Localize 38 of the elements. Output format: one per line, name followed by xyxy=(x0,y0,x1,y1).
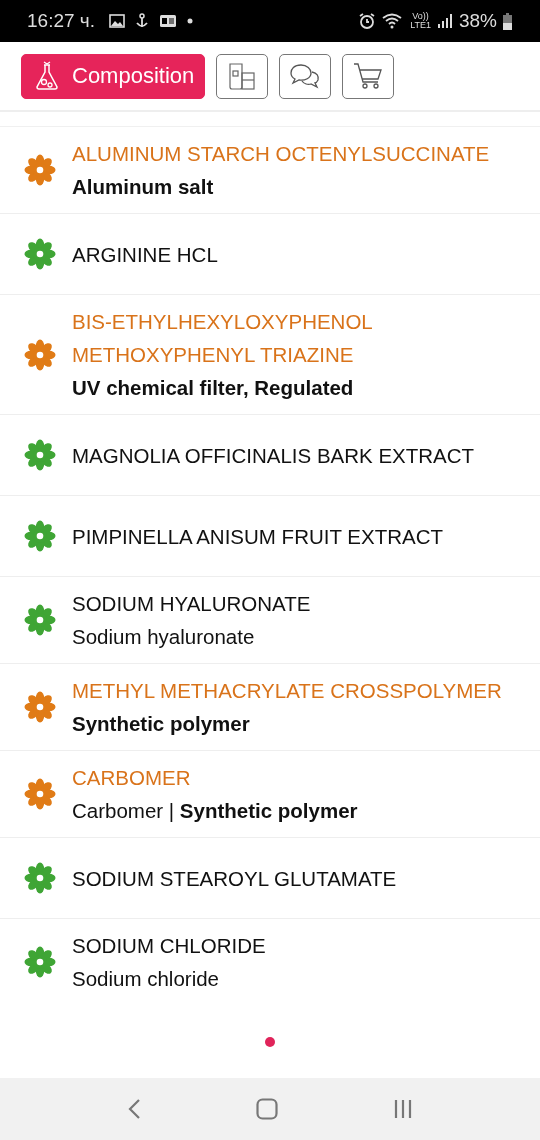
image-icon xyxy=(109,14,125,28)
ingredient-description: Sodium hyaluronate xyxy=(72,624,256,650)
chat-icon xyxy=(289,62,322,90)
ingredient-name: ARGININE HCL xyxy=(72,241,219,268)
ingredient-description: Sodium chloride xyxy=(72,966,220,992)
cart-tab[interactable] xyxy=(342,53,395,99)
ingredient-name: BIS-ETHYLHEXYLOXYPHENOL METHOXYPHENYL TRIAZINE xyxy=(72,309,373,368)
alarm-icon xyxy=(358,12,377,30)
tube-icon xyxy=(227,61,258,91)
ingredient-name: METHYL METHACRYLATE CROSSPOLYMER xyxy=(72,678,503,704)
recents-icon[interactable] xyxy=(392,1099,413,1119)
battery-icon xyxy=(503,12,512,30)
cart-icon xyxy=(352,61,385,91)
ingredient-name: SODIUM CHLORIDE xyxy=(72,933,267,959)
ingredient-description: Aluminum salt xyxy=(72,174,215,200)
products-tab[interactable] xyxy=(216,53,269,99)
ingredient-name: SODIUM STEAROYL GLUTAMATE xyxy=(72,865,398,892)
ingredient-description: Synthetic polymer xyxy=(72,711,251,737)
flask-icon xyxy=(34,61,60,91)
network-label: Vo)) xyxy=(412,12,429,21)
back-icon[interactable] xyxy=(127,1098,142,1120)
ingredient-description: Carbomer | Synthetic polymer xyxy=(72,798,359,824)
home-icon[interactable] xyxy=(256,1098,278,1120)
ingredient-name: PIMPINELLA ANISUM FRUIT EXTRACT xyxy=(72,523,444,550)
status-time: 16:27 ч. xyxy=(27,10,95,32)
ingredient-description: UV chemical filter, Regulated xyxy=(72,375,355,401)
composition-tab[interactable]: Composition xyxy=(21,53,206,99)
battery-percent: 38% xyxy=(458,10,497,32)
anchor-icon xyxy=(135,13,149,29)
reviews-tab[interactable] xyxy=(279,53,332,99)
card-icon xyxy=(159,14,177,28)
ingredient-name: SODIUM HYALURONATE xyxy=(72,591,312,617)
dot-icon xyxy=(187,18,193,24)
signal-icon xyxy=(436,13,453,29)
ingredient-name: ALUMINUM STARCH OCTENYLSUCCINATE xyxy=(72,141,491,167)
ingredient-name: MAGNOLIA OFFICINALIS BARK EXTRACT xyxy=(72,442,476,469)
network-label: LTE1 xyxy=(410,21,431,30)
ingredient-name: CARBOMER xyxy=(72,765,192,791)
